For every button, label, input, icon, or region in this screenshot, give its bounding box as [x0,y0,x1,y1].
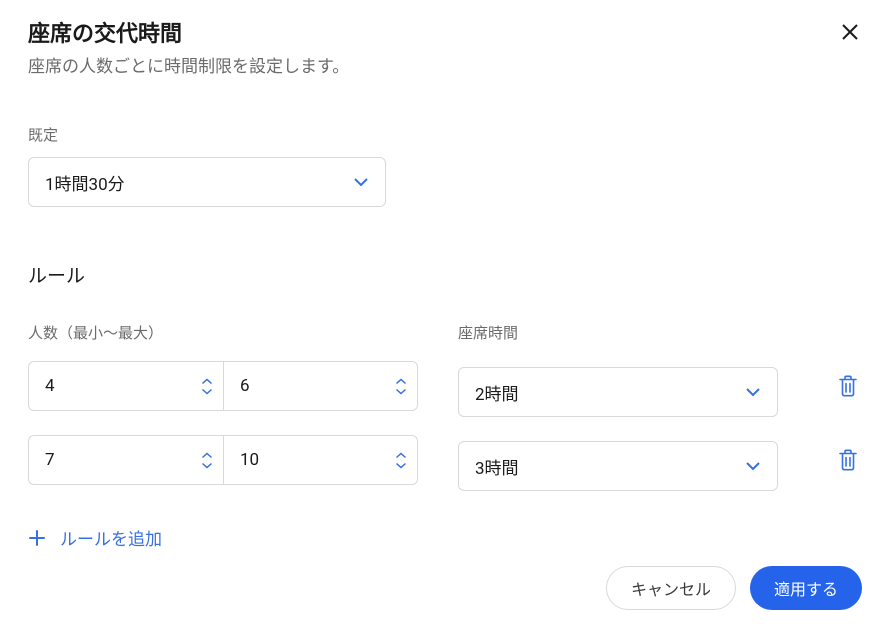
chevron-down-icon [201,462,213,469]
chevron-down-icon [353,177,369,187]
cancel-label: キャンセル [631,576,711,600]
delete-rule-button[interactable] [834,371,862,401]
stepper-arrows[interactable] [395,452,407,469]
min-people-stepper[interactable]: 7 [28,435,223,485]
chevron-down-icon [395,462,407,469]
apply-button[interactable]: 適用する [750,566,862,610]
dialog-header: 座席の交代時間 座席の人数ごとに時間制限を設定します。 [28,20,862,80]
rule-row: 4 6 2時間 [28,355,862,417]
dialog-footer: キャンセル 適用する [606,566,862,610]
dialog-subtitle: 座席の人数ごとに時間制限を設定します。 [28,55,349,81]
trash-icon [838,375,858,397]
chevron-up-icon [395,452,407,459]
header-text: 座席の交代時間 座席の人数ごとに時間制限を設定します。 [28,20,349,80]
rules-column-labels: 人数（最小〜最大） 座席時間 [28,322,862,343]
max-people-stepper[interactable]: 10 [223,435,418,485]
seating-time-value: 2時間 [475,380,519,405]
seating-time-value: 3時間 [475,454,519,479]
max-people-value: 6 [240,376,250,396]
default-time-select[interactable]: 1時間30分 [28,157,386,207]
plus-icon [28,529,46,547]
chevron-down-icon [745,387,761,397]
close-button[interactable] [838,20,862,46]
chevron-up-icon [201,452,213,459]
chevron-down-icon [201,388,213,395]
apply-label: 適用する [774,576,838,600]
chevron-down-icon [745,461,761,471]
seating-time-select[interactable]: 3時間 [458,441,778,491]
trash-icon [838,449,858,471]
min-people-stepper[interactable]: 4 [28,361,223,411]
chevron-down-icon [395,388,407,395]
default-label: 既定 [28,124,862,145]
stepper-arrows[interactable] [201,452,213,469]
min-people-value: 7 [45,450,55,470]
min-people-value: 4 [45,376,55,396]
rules-heading: ルール [28,261,862,288]
add-rule-label: ルールを追加 [60,525,162,550]
seating-time-select[interactable]: 2時間 [458,367,778,417]
max-people-stepper[interactable]: 6 [223,361,418,411]
rule-row: 7 10 3時間 [28,429,862,491]
cancel-button[interactable]: キャンセル [606,566,736,610]
chevron-up-icon [201,378,213,385]
default-time-value: 1時間30分 [45,170,125,195]
chevron-up-icon [395,378,407,385]
stepper-arrows[interactable] [395,378,407,395]
people-range-group: 7 10 [28,435,418,485]
close-icon [840,30,860,45]
people-range-group: 4 6 [28,361,418,411]
delete-rule-button[interactable] [834,445,862,475]
dialog-title: 座席の交代時間 [28,20,349,51]
time-column-label: 座席時間 [458,322,778,343]
max-people-value: 10 [240,450,259,470]
stepper-arrows[interactable] [201,378,213,395]
people-column-label: 人数（最小〜最大） [28,322,418,343]
add-rule-button[interactable]: ルールを追加 [28,525,162,550]
